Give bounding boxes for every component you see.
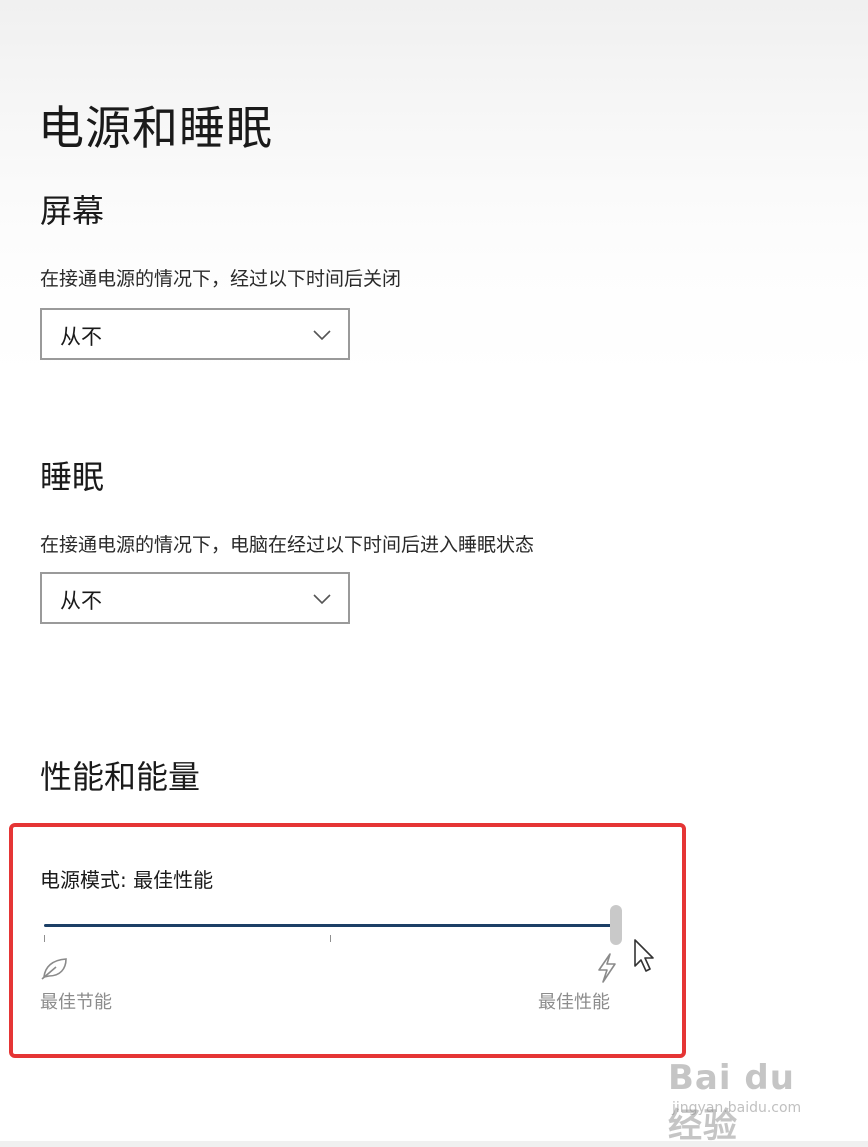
- screen-off-dropdown[interactable]: 从不: [40, 308, 350, 360]
- baidu-watermark: Bai du 经验 jingyan.baidu.com: [664, 1058, 834, 1146]
- sleep-description: 在接通电源的情况下，电脑在经过以下时间后进入睡眠状态: [40, 534, 535, 556]
- dropdown-value: 从不: [60, 589, 102, 613]
- slider-track-fill: [44, 924, 616, 927]
- slider-left-label: 最佳节能: [40, 992, 112, 1013]
- sleep-dropdown[interactable]: 从不: [40, 572, 350, 624]
- screen-heading: 屏幕: [40, 192, 105, 230]
- chevron-down-icon: [313, 330, 331, 341]
- performance-heading: 性能和能量: [40, 758, 201, 796]
- bolt-icon: [598, 953, 616, 983]
- dropdown-value: 从不: [60, 325, 102, 349]
- page-title: 电源和睡眠: [38, 101, 273, 155]
- power-mode-slider[interactable]: [40, 905, 630, 949]
- sleep-heading: 睡眠: [40, 458, 105, 496]
- slider-tick: [330, 935, 331, 942]
- slider-tick: [44, 935, 45, 942]
- slider-right-label: 最佳性能: [538, 992, 610, 1013]
- leaf-icon: [41, 958, 67, 980]
- slider-thumb[interactable]: [610, 905, 622, 945]
- screen-description: 在接通电源的情况下，经过以下时间后关闭: [40, 268, 402, 290]
- mouse-cursor-icon: [634, 939, 654, 972]
- chevron-down-icon: [313, 594, 331, 605]
- watermark-url: jingyan.baidu.com: [672, 1100, 802, 1116]
- power-mode-label: 电源模式: 最佳性能: [40, 868, 214, 892]
